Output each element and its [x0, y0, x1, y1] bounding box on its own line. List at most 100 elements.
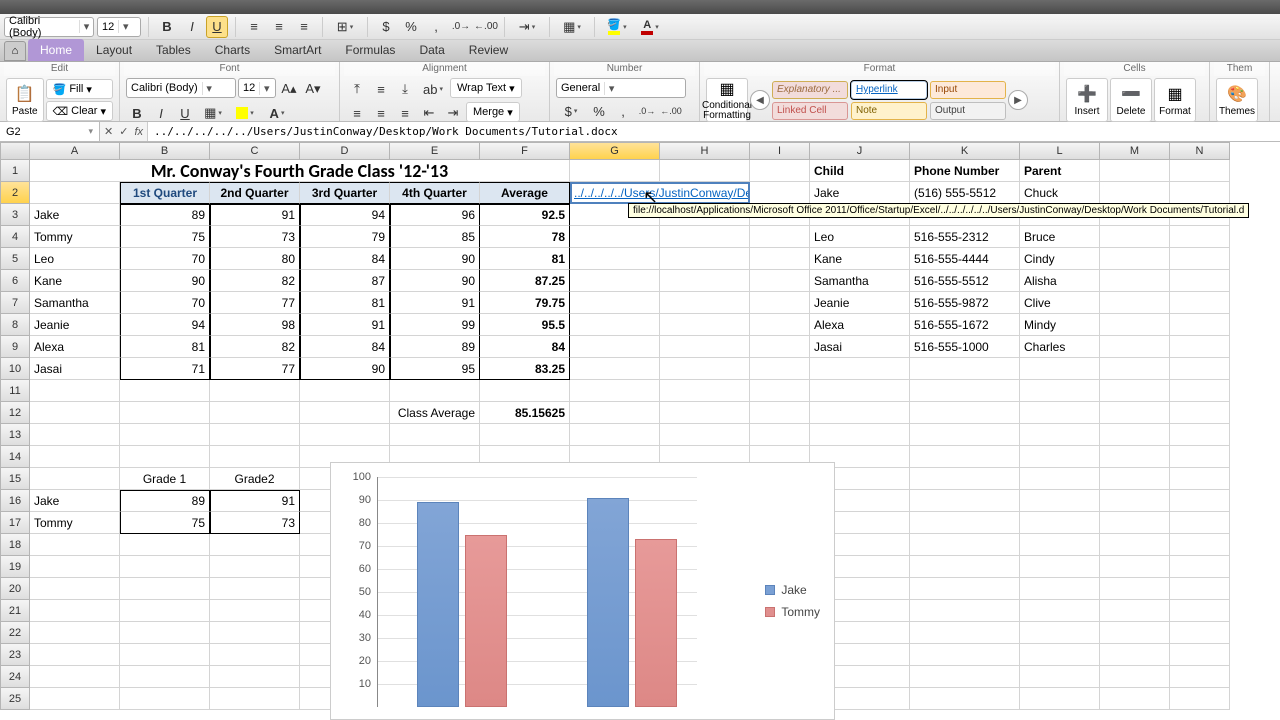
cell-K10[interactable] — [910, 358, 1020, 380]
cell-K24[interactable] — [910, 666, 1020, 688]
cell-L7[interactable]: Clive — [1020, 292, 1100, 314]
cell-B11[interactable] — [120, 380, 210, 402]
cell-F11[interactable] — [480, 380, 570, 402]
cell-E10[interactable]: 95 — [390, 358, 480, 380]
cell-J9[interactable]: Jasai — [810, 336, 910, 358]
col-header-M[interactable]: M — [1100, 142, 1170, 160]
cell-A4[interactable]: Tommy — [30, 226, 120, 248]
col-header-J[interactable]: J — [810, 142, 910, 160]
cell-N7[interactable] — [1170, 292, 1230, 314]
formula-input[interactable]: ../../../../../Users/JustinConway/Deskto… — [148, 122, 1280, 141]
cell-N4[interactable] — [1170, 226, 1230, 248]
cell-G1[interactable] — [570, 160, 660, 182]
cell-K14[interactable] — [910, 446, 1020, 468]
cell-M9[interactable] — [1100, 336, 1170, 358]
cell-A18[interactable] — [30, 534, 120, 556]
cell-D11[interactable] — [300, 380, 390, 402]
insert-cells-button[interactable]: ➕Insert — [1066, 78, 1108, 122]
cell-M20[interactable] — [1100, 578, 1170, 600]
style-note[interactable]: Note — [851, 102, 927, 120]
cell-K13[interactable] — [910, 424, 1020, 446]
row-header-23[interactable]: 23 — [0, 644, 30, 666]
style-explanatory[interactable]: Explanatory ... — [772, 81, 848, 99]
cell-M25[interactable] — [1100, 688, 1170, 710]
cell-C4[interactable]: 73 — [210, 226, 300, 248]
cell-B13[interactable] — [120, 424, 210, 446]
cell-G8[interactable] — [570, 314, 660, 336]
cell-M2[interactable] — [1100, 182, 1170, 204]
accounting-button[interactable]: $▾ — [556, 100, 586, 122]
row-header-1[interactable]: 1 — [0, 160, 30, 182]
borders-button[interactable]: ▦▾ — [557, 16, 587, 38]
cell-B25[interactable] — [120, 688, 210, 710]
cell-K21[interactable] — [910, 600, 1020, 622]
decrease-decimal-button[interactable]: .0→ — [450, 16, 472, 38]
cell-B15[interactable]: Grade 1 — [120, 468, 210, 490]
cell-H9[interactable] — [660, 336, 750, 358]
cell-K5[interactable]: 516-555-4444 — [910, 248, 1020, 270]
cell-A10[interactable]: Jasai — [30, 358, 120, 380]
cell-L4[interactable]: Bruce — [1020, 226, 1100, 248]
cell-I12[interactable] — [750, 402, 810, 424]
cell-F8[interactable]: 95.5 — [480, 314, 570, 336]
cell-I4[interactable] — [750, 226, 810, 248]
cell-N5[interactable] — [1170, 248, 1230, 270]
cell-E6[interactable]: 90 — [390, 270, 480, 292]
cell-I5[interactable] — [750, 248, 810, 270]
cell-K6[interactable]: 516-555-5512 — [910, 270, 1020, 292]
shrink-font-button[interactable]: A▾ — [302, 78, 324, 100]
cell-A1[interactable]: Mr. Conway's Fourth Grade Class '12-'13 — [30, 160, 570, 182]
cell-B8[interactable]: 94 — [120, 314, 210, 336]
row-header-17[interactable]: 17 — [0, 512, 30, 534]
cell-C2[interactable]: 2nd Quarter — [210, 182, 300, 204]
cell-N2[interactable] — [1170, 182, 1230, 204]
cell-H6[interactable] — [660, 270, 750, 292]
format-cells-button[interactable]: ▦Format — [1154, 78, 1196, 122]
cell-I13[interactable] — [750, 424, 810, 446]
cell-F7[interactable]: 79.75 — [480, 292, 570, 314]
cell-H8[interactable] — [660, 314, 750, 336]
cell-N19[interactable] — [1170, 556, 1230, 578]
inc-decimal-button[interactable]: ←.00 — [660, 100, 682, 122]
cell-N16[interactable] — [1170, 490, 1230, 512]
increase-decimal-button[interactable]: ←.00 — [475, 16, 497, 38]
row-header-7[interactable]: 7 — [0, 292, 30, 314]
cell-H4[interactable] — [660, 226, 750, 248]
row-header-20[interactable]: 20 — [0, 578, 30, 600]
cell-L25[interactable] — [1020, 688, 1100, 710]
cell-I11[interactable] — [750, 380, 810, 402]
font-size-combo[interactable]: 12▾ — [97, 17, 141, 37]
cell-H11[interactable] — [660, 380, 750, 402]
cell-N12[interactable] — [1170, 402, 1230, 424]
row-header-14[interactable]: 14 — [0, 446, 30, 468]
cell-L14[interactable] — [1020, 446, 1100, 468]
cell-C25[interactable] — [210, 688, 300, 710]
worksheet[interactable]: ABCDEFGHIJKLMN 1Mr. Conway's Fourth Grad… — [0, 142, 1280, 720]
cell-A14[interactable] — [30, 446, 120, 468]
col-header-G[interactable]: G — [570, 142, 660, 160]
cell-A20[interactable] — [30, 578, 120, 600]
align-middle-button[interactable]: ≡ — [370, 78, 392, 100]
cell-B24[interactable] — [120, 666, 210, 688]
cell-G6[interactable] — [570, 270, 660, 292]
dec-decimal-button[interactable]: .0→ — [636, 100, 658, 122]
cell-N14[interactable] — [1170, 446, 1230, 468]
cell-C23[interactable] — [210, 644, 300, 666]
merge-cells-button[interactable]: ⊞▾ — [330, 16, 360, 38]
cell-N17[interactable] — [1170, 512, 1230, 534]
cell-J13[interactable] — [810, 424, 910, 446]
cell-M16[interactable] — [1100, 490, 1170, 512]
cell-L11[interactable] — [1020, 380, 1100, 402]
cell-J7[interactable]: Jeanie — [810, 292, 910, 314]
cell-A17[interactable]: Tommy — [30, 512, 120, 534]
col-header-C[interactable]: C — [210, 142, 300, 160]
cell-L17[interactable] — [1020, 512, 1100, 534]
cell-B14[interactable] — [120, 446, 210, 468]
cell-F9[interactable]: 84 — [480, 336, 570, 358]
cell-C18[interactable] — [210, 534, 300, 556]
cell-C24[interactable] — [210, 666, 300, 688]
cell-A6[interactable]: Kane — [30, 270, 120, 292]
row-header-5[interactable]: 5 — [0, 248, 30, 270]
align-right-button-2[interactable]: ≡ — [394, 102, 416, 124]
col-header-H[interactable]: H — [660, 142, 750, 160]
